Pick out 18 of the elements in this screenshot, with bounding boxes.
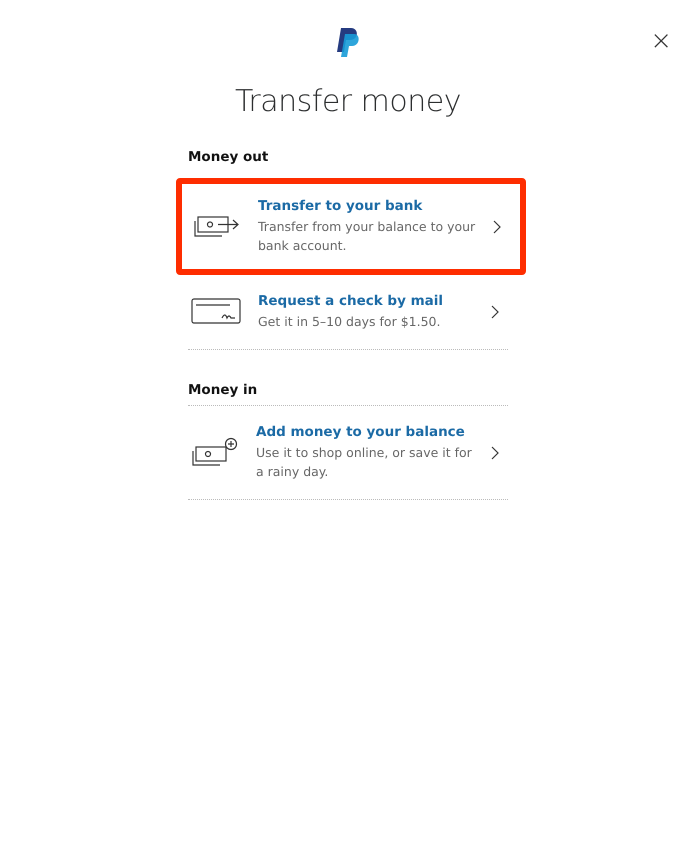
chevron-icon: [492, 220, 502, 234]
option-title: Request a check by mail: [258, 293, 444, 309]
transfer-option[interactable]: Transfer to your bank Transfer from your balance to your bank account.: [176, 178, 526, 275]
transfer-option[interactable]: Add money to your balance Use it to shop online, or save it for a rainy day.: [188, 406, 508, 499]
logo-icon: [335, 28, 361, 58]
section-heading: Money out: [188, 148, 270, 167]
option-title: Transfer to your bank: [258, 198, 424, 214]
close-button[interactable]: ×: [646, 28, 676, 54]
chevron-icon: [490, 446, 500, 460]
page-title: Transfer money: [235, 84, 461, 119]
option-description: Get it in 5–10 days for $1.50.: [258, 313, 442, 331]
section-heading: Money in: [188, 381, 258, 400]
chevron-icon: [490, 305, 500, 319]
option-description: Transfer from your balance to your bank account.: [258, 218, 476, 255]
option-title: Add money to your balance: [256, 424, 466, 440]
money-plus-icon: [190, 436, 240, 468]
option-description: Use it to shop online, or save it for a rainy day.: [256, 444, 473, 481]
transfer-option[interactable]: Request a check by mail Get it in 5–10 days for $1.50.: [188, 275, 508, 349]
